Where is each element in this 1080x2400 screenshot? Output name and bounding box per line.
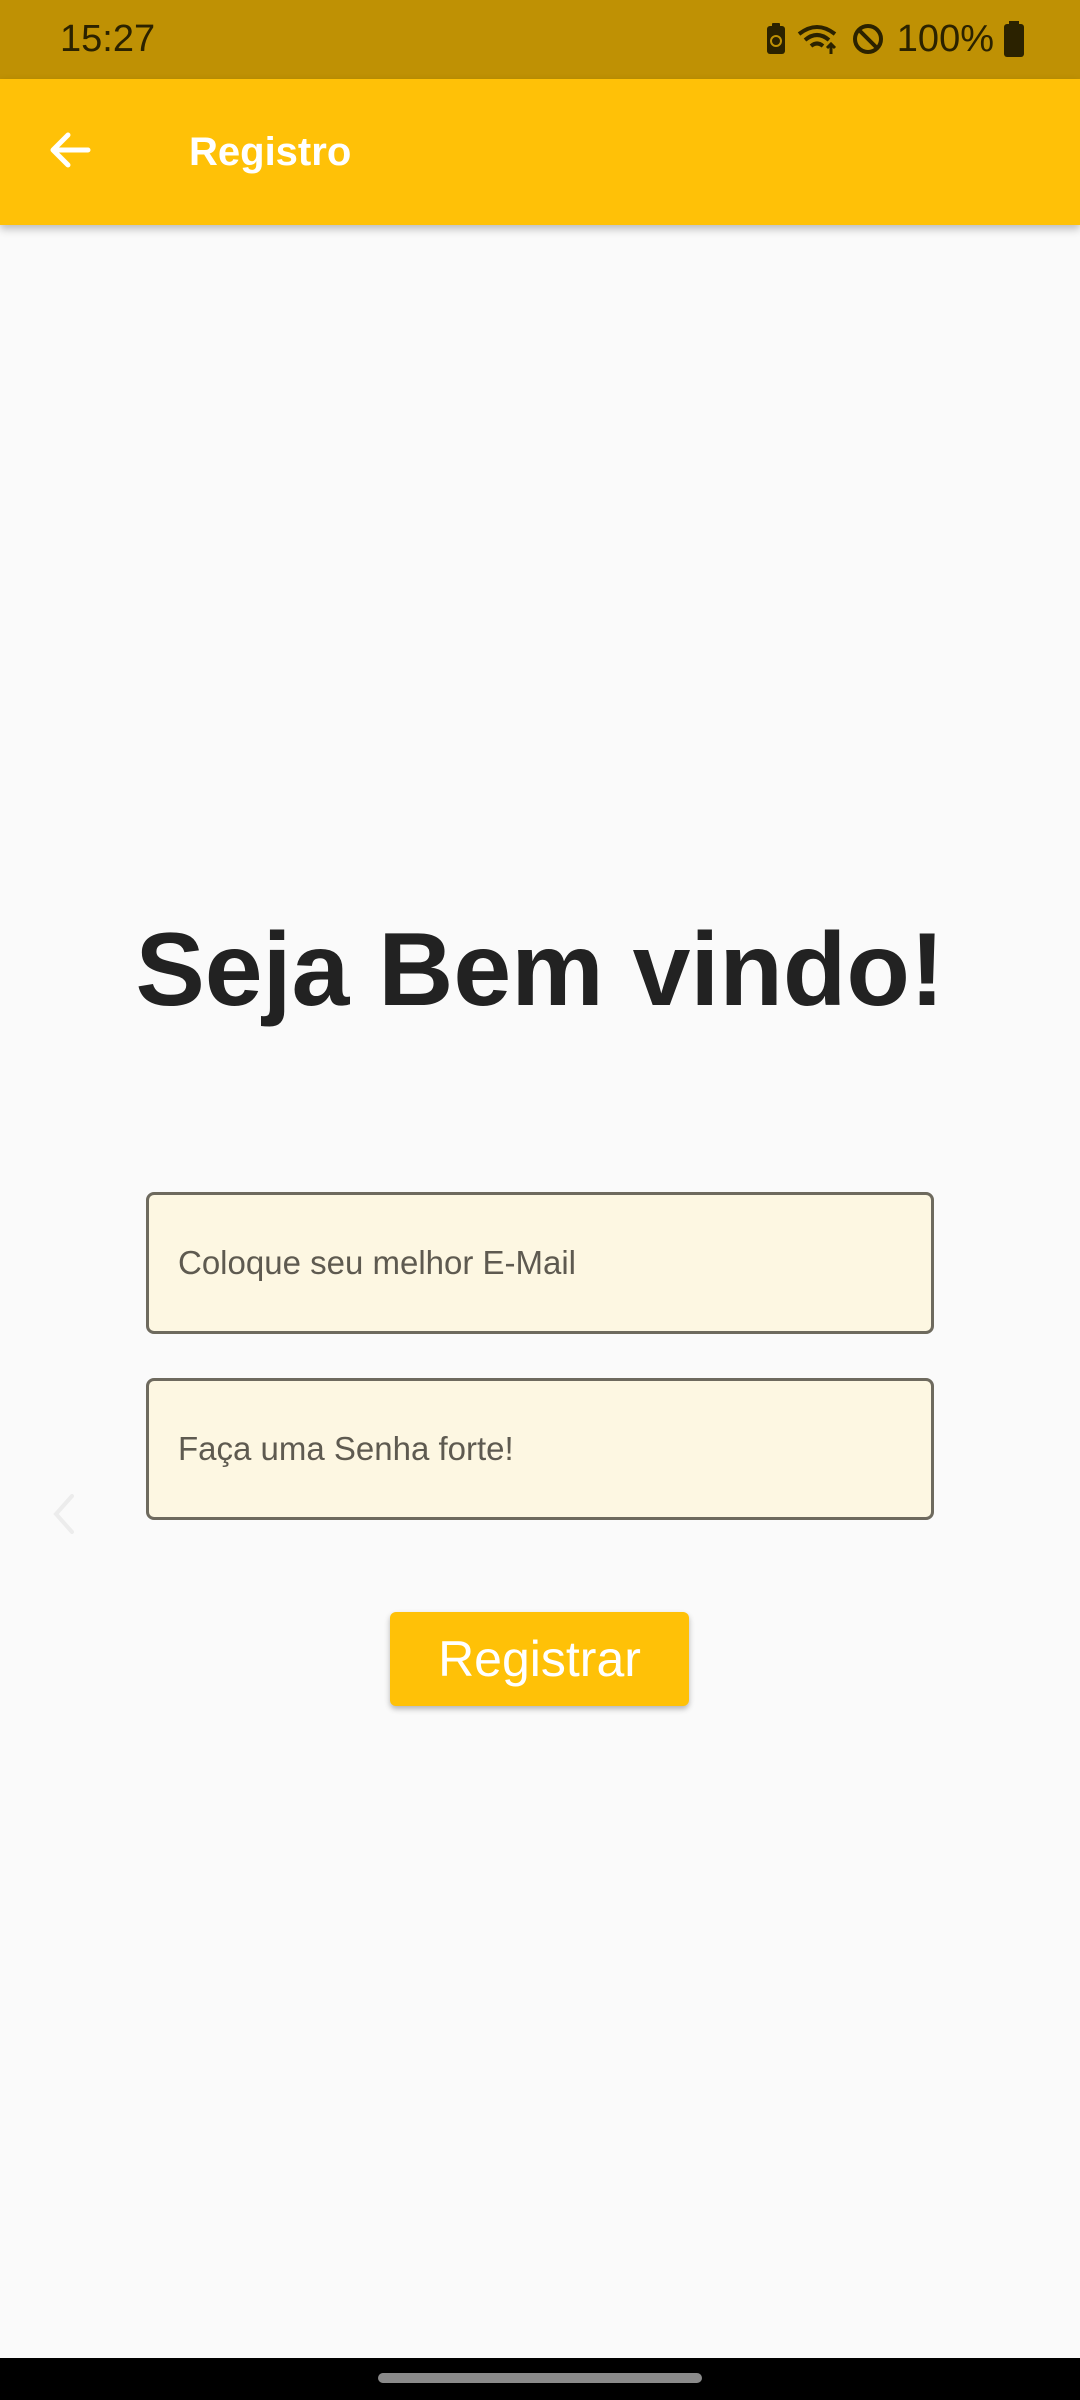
password-field[interactable] [146,1378,934,1520]
battery-saver-icon [765,22,787,56]
arrow-back-icon [46,126,94,179]
do-not-disturb-icon [851,22,885,56]
email-input[interactable] [149,1195,931,1331]
back-button[interactable] [30,112,110,192]
page-title: Registro [189,130,352,174]
app-bar: Registro [0,79,1080,225]
home-gesture-handle[interactable] [378,2373,702,2383]
welcome-heading: Seja Bem vindo! [135,912,945,1028]
battery-icon [1004,21,1024,57]
navigation-bar [0,2358,1080,2400]
password-input[interactable] [149,1381,931,1517]
battery-percentage: 100% [896,18,994,60]
email-field[interactable] [146,1192,934,1334]
status-icons: 100% [765,14,1024,64]
chevron-left-icon [50,1490,78,1543]
wifi-icon [797,22,841,56]
status-time: 15:27 [60,18,156,60]
register-button[interactable]: Registrar [390,1612,689,1706]
status-bar: 15:27 100% [0,0,1080,79]
